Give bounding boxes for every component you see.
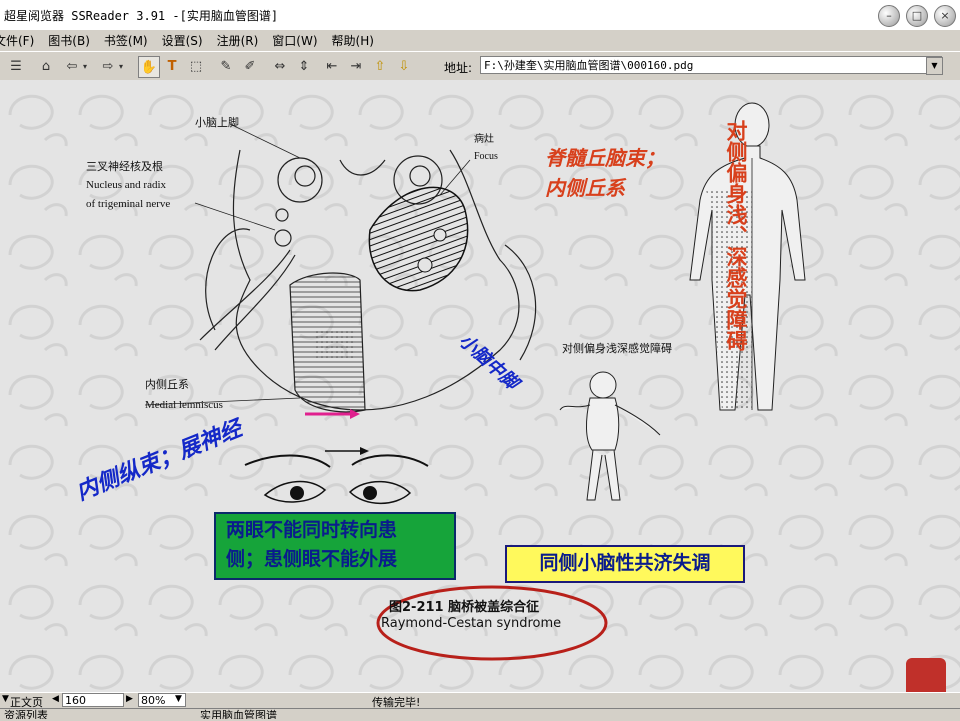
address-input[interactable]: F:\孙建奎\实用脑血管图谱\000160.pdg [480, 56, 942, 74]
tab-book[interactable]: 实用脑血管图谱 [200, 707, 277, 719]
address-dropdown-icon[interactable]: ▼ [926, 57, 943, 75]
annotation-spinothalamic-1: 脊髓丘脑束； [545, 146, 665, 170]
label-focus-en: Focus [474, 151, 498, 162]
label-medial-lemniscus-en: Medial lemniscus [145, 399, 223, 411]
page-next-icon[interactable]: ▶ [126, 694, 133, 704]
bottom-tabs: 资源列表 实用脑血管图谱 [0, 708, 960, 721]
zoom-dropdown-icon[interactable]: ▼ [175, 694, 182, 704]
text-tool-icon[interactable]: T [162, 56, 182, 76]
annotation-contralateral-vertical: 对侧偏身浅、深感觉障碍 [724, 119, 748, 351]
page-view[interactable]: 小脑上脚 三叉神经核及根 Nucleus and radix of trigem… [0, 80, 960, 692]
menu-book[interactable]: 图书(B) [48, 32, 90, 49]
label-contralateral-cn: 对侧偏身浅深感觉障碍 [562, 341, 672, 355]
address-label: 地址: [444, 61, 473, 75]
menu-file[interactable]: 文件(F) [0, 32, 34, 49]
minimize-button[interactable]: – [878, 5, 900, 27]
back-dropdown-icon[interactable]: ▾ [80, 56, 90, 76]
back-icon[interactable]: ⇦ [62, 56, 82, 76]
toolbar: ☰ ⌂ ⇦ ▾ ⇨ ▾ ✋ T ⬚ ✎ ✐ ⇔ ⇕ ⇤ ⇥ ⇧ ⇩ 地址: F:… [0, 51, 960, 81]
fit-height-icon[interactable]: ⇕ [294, 56, 314, 76]
annotation-spinothalamic-2: 内侧丘系 [545, 176, 627, 200]
window-title: 超星阅览器 SSReader 3.91 -[实用脑血管图谱] [4, 8, 279, 23]
page-nav-dropdown-icon[interactable]: ▼ [2, 694, 9, 704]
label-trigeminal-en1: Nucleus and radix [86, 179, 167, 191]
menu-bookmark[interactable]: 书签(M) [104, 32, 148, 49]
forward-dropdown-icon[interactable]: ▾ [116, 56, 126, 76]
label-cerebellar-peduncle: 小脑上脚 [195, 115, 239, 129]
app-logo [906, 658, 946, 692]
title-bar: 超星阅览器 SSReader 3.91 -[实用脑血管图谱] – □ × [0, 0, 960, 30]
home-icon[interactable]: ⌂ [36, 56, 56, 76]
sidebar-toggle-icon[interactable]: ☰ [6, 56, 26, 76]
menu-window[interactable]: 窗口(W) [272, 32, 317, 49]
page-number-input[interactable]: 160 [62, 693, 124, 707]
label-medial-lemniscus-cn: 内侧丘系 [145, 377, 189, 391]
eye-deficit-line2: 侧；患侧眼不能外展 [226, 548, 398, 570]
eye-deficit-box: 两眼不能同时转向患 侧；患侧眼不能外展 [214, 512, 456, 580]
tab-resource-list[interactable]: 资源列表 [4, 707, 48, 719]
label-trigeminal-cn: 三叉神经核及根 [86, 159, 163, 173]
figure-caption-cn: 图2-211 脑桥被盖综合征 [389, 600, 540, 615]
status-bar: ▼ 正文页 ◀ 160 ▶ 80% ▼ 传输完毕! [0, 692, 960, 709]
hand-tool-icon[interactable]: ✋ [138, 56, 160, 78]
page-prev-icon[interactable]: ◀ [52, 694, 59, 704]
ataxia-box: 同侧小脑性共济失调 [505, 545, 745, 583]
forward-icon[interactable]: ⇨ [98, 56, 118, 76]
page-up-icon[interactable]: ⇧ [370, 56, 390, 76]
region-select-icon[interactable]: ⬚ [186, 56, 206, 76]
prev-page-icon[interactable]: ⇤ [322, 56, 342, 76]
page-down-icon[interactable]: ⇩ [394, 56, 414, 76]
menu-help[interactable]: 帮助(H) [332, 32, 374, 49]
close-button[interactable]: × [934, 5, 956, 27]
highlight-icon[interactable]: ✐ [240, 56, 260, 76]
next-page-icon[interactable]: ⇥ [346, 56, 366, 76]
eye-deficit-line1: 两眼不能同时转向患 [226, 519, 398, 541]
label-focus-cn: 病灶 [474, 132, 494, 145]
menu-register[interactable]: 注册(R) [217, 32, 259, 49]
menu-bar: 文件(F) 图书(B) 书签(M) 设置(S) 注册(R) 窗口(W) 帮助(H… [0, 30, 960, 50]
maximize-button[interactable]: □ [906, 5, 928, 27]
label-trigeminal-en2: of trigeminal nerve [86, 198, 170, 210]
figure-caption-en: Raymond-Cestan syndrome [381, 616, 562, 631]
annotate-icon[interactable]: ✎ [216, 56, 236, 76]
fit-width-icon[interactable]: ⇔ [270, 56, 290, 76]
menu-settings[interactable]: 设置(S) [162, 32, 203, 49]
